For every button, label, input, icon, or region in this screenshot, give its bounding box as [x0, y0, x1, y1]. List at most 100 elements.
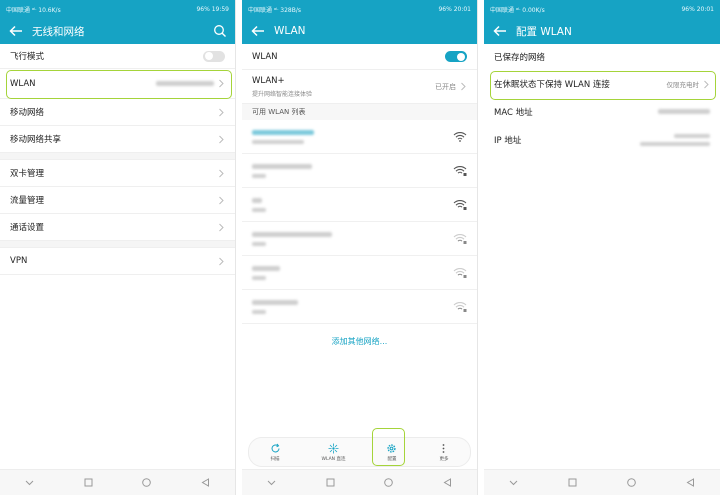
- wireless-networks-screen: 中国联通 ᵃᴸ 10.6K/s 96% 19:59 无线和网络 飞行模式 WLA…: [0, 0, 236, 495]
- title-bar: WLAN: [242, 18, 477, 44]
- status-right: 96% 19:59: [196, 5, 229, 13]
- wlanplus-title: WLAN+: [252, 75, 285, 86]
- back-arrow-icon[interactable]: [492, 23, 508, 39]
- status-left: 中国联通 ᵃᴸ 0.00K/s: [490, 6, 545, 14]
- scan-button[interactable]: 扫描: [270, 443, 281, 462]
- network-item[interactable]: [242, 290, 477, 324]
- wlanplus-status: 已开启: [435, 82, 456, 91]
- scan-label: 扫描: [270, 456, 280, 462]
- page-title: 无线和网络: [32, 25, 85, 38]
- status-bar: 中国联通 ᵃᴸ 328B/s 96% 20:01: [242, 0, 477, 18]
- status-left: 中国联通 ᵃᴸ 10.6K/s: [6, 6, 61, 14]
- ip-address-label: IP 地址: [494, 136, 522, 146]
- chevron-right-icon: [219, 223, 224, 231]
- wlan-row-highlight: [6, 70, 232, 99]
- network-item[interactable]: [242, 256, 477, 290]
- wifi-weak-icon: [453, 301, 467, 312]
- title-bar: 配置 WLAN: [484, 18, 720, 44]
- ip-address-value-blurred: [640, 134, 710, 146]
- collapse-icon[interactable]: [508, 477, 519, 488]
- chevron-right-icon: [219, 135, 224, 143]
- airplane-mode-label: 飞行模式: [10, 52, 45, 62]
- mac-address-label: MAC 地址: [494, 107, 533, 118]
- chevron-right-icon: [219, 169, 224, 177]
- wlan-label: WLAN: [252, 51, 278, 62]
- home-icon[interactable]: [141, 477, 152, 488]
- dual-sim-label: 双卡管理: [10, 169, 45, 179]
- home-icon[interactable]: [383, 477, 394, 488]
- wlan-direct-label: WLAN 直连: [321, 456, 346, 462]
- back-icon[interactable]: [200, 477, 211, 488]
- recents-icon[interactable]: [83, 477, 94, 488]
- data-usage-label: 流量管理: [10, 196, 45, 206]
- wifi-locked-icon: [453, 165, 467, 176]
- dual-sim-row[interactable]: 双卡管理: [0, 160, 235, 187]
- recents-icon[interactable]: [567, 477, 578, 488]
- available-networks-header: 可用 WLAN 列表: [242, 104, 477, 120]
- more-button[interactable]: 更多: [438, 443, 449, 462]
- recents-icon[interactable]: [325, 477, 336, 488]
- wlan-bottom-toolbar: 扫描 WLAN 直连 配置 更多: [248, 437, 471, 467]
- refresh-icon: [271, 443, 279, 452]
- vpn-label: VPN: [10, 256, 28, 266]
- mobile-network-row[interactable]: 移动网络: [0, 99, 235, 126]
- data-usage-row[interactable]: 流量管理: [0, 187, 235, 214]
- collapse-icon[interactable]: [266, 477, 277, 488]
- mobile-network-label: 移动网络: [10, 108, 45, 118]
- back-arrow-icon[interactable]: [8, 23, 24, 39]
- tethering-row[interactable]: 移动网络共享: [0, 126, 235, 153]
- chevron-right-icon: [219, 257, 224, 265]
- wlan-direct-icon: [328, 443, 339, 453]
- keep-wlan-row-highlight: [490, 71, 716, 100]
- chevron-right-icon: [219, 196, 224, 204]
- wlan-screen: 中国联通 ᵃᴸ 328B/s 96% 20:01 WLAN WLAN WLAN+…: [242, 0, 478, 495]
- call-settings-row[interactable]: 通话设置: [0, 214, 235, 241]
- wlanplus-row[interactable]: WLAN+ 提升网络智能连接体验 已开启: [242, 70, 477, 104]
- status-right: 96% 20:01: [438, 5, 471, 13]
- ip-address-row: IP 地址: [484, 125, 720, 155]
- network-item[interactable]: [242, 120, 477, 154]
- system-nav-bar: [484, 469, 720, 495]
- more-label: 更多: [439, 456, 449, 462]
- airplane-mode-row[interactable]: 飞行模式: [0, 44, 235, 69]
- section-divider: [0, 153, 235, 160]
- back-icon[interactable]: [685, 477, 696, 488]
- saved-networks-row[interactable]: 已保存的网络: [484, 44, 720, 70]
- home-icon[interactable]: [626, 477, 637, 488]
- more-icon: [443, 443, 445, 453]
- call-settings-label: 通话设置: [10, 223, 45, 233]
- page-title: 配置 WLAN: [516, 25, 572, 38]
- page-title: WLAN: [274, 25, 306, 37]
- airplane-mode-toggle[interactable]: [203, 50, 225, 62]
- tethering-label: 移动网络共享: [10, 135, 62, 145]
- back-icon[interactable]: [442, 477, 453, 488]
- network-item[interactable]: [242, 188, 477, 222]
- add-other-network-link[interactable]: 添加其他网络...: [242, 336, 477, 347]
- status-bar: 中国联通 ᵃᴸ 10.6K/s 96% 19:59: [0, 0, 235, 18]
- wifi-strong-icon: [453, 131, 467, 142]
- chevron-right-icon: [219, 108, 224, 116]
- wlan-toggle[interactable]: [445, 51, 467, 62]
- section-divider: [0, 241, 235, 248]
- wlan-toggle-row[interactable]: WLAN: [242, 44, 477, 70]
- title-bar: 无线和网络: [0, 18, 235, 44]
- wifi-locked-icon: [453, 199, 467, 210]
- status-left: 中国联通 ᵃᴸ 328B/s: [248, 6, 301, 14]
- wlan-direct-button[interactable]: WLAN 直连: [321, 443, 346, 462]
- status-bar: 中国联通 ᵃᴸ 0.00K/s 96% 20:01: [484, 0, 720, 18]
- configure-wlan-screen: 中国联通 ᵃᴸ 0.00K/s 96% 20:01 配置 WLAN 已保存的网络…: [484, 0, 720, 495]
- collapse-icon[interactable]: [24, 477, 35, 488]
- mac-address-value-blurred: [658, 109, 710, 114]
- wifi-weak-icon: [453, 233, 467, 244]
- search-icon[interactable]: [213, 24, 227, 38]
- configure-button-highlight: [372, 428, 405, 466]
- mac-address-row: MAC 地址: [484, 98, 720, 125]
- network-item[interactable]: [242, 154, 477, 188]
- system-nav-bar: [0, 469, 235, 495]
- wifi-weak-icon: [453, 267, 467, 278]
- back-arrow-icon[interactable]: [250, 23, 266, 39]
- system-nav-bar: [242, 469, 477, 495]
- vpn-row[interactable]: VPN: [0, 248, 235, 275]
- chevron-right-icon: [461, 82, 466, 91]
- network-item[interactable]: [242, 222, 477, 256]
